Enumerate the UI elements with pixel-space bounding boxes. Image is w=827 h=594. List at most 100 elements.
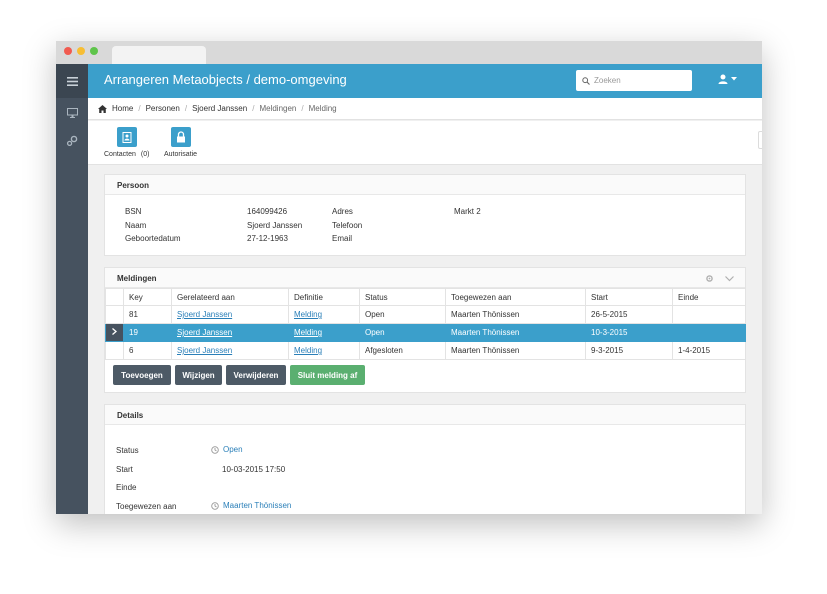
cell-end: 1-4-2015 — [672, 341, 746, 360]
sidebar-item-settings[interactable] — [56, 131, 88, 151]
breadcrumb-separator: / — [138, 104, 141, 113]
window-minimize-dot[interactable] — [77, 47, 85, 55]
breadcrumb-person[interactable]: Sjoerd Janssen — [192, 104, 247, 113]
row-selector[interactable] — [105, 341, 124, 360]
status-label: Status — [116, 446, 139, 455]
assigned-value[interactable]: Maarten Thönissen — [211, 501, 291, 510]
browser-window: Arrangeren Metaobjects / demo-omgeving H… — [56, 41, 762, 514]
browser-tab[interactable] — [112, 46, 206, 64]
close-melding-button[interactable]: Sluit melding af — [290, 365, 365, 385]
search-input[interactable] — [594, 76, 684, 85]
app-header: Arrangeren Metaobjects / demo-omgeving — [88, 64, 762, 98]
row-selector[interactable] — [105, 323, 124, 342]
sidebar — [56, 64, 88, 514]
cell-start: 10-3-2015 — [585, 323, 673, 342]
email-label: Email — [332, 234, 353, 243]
chevron-down-icon[interactable] — [725, 276, 734, 282]
column-header[interactable]: Start — [585, 288, 673, 306]
details-panel-title: Details — [105, 405, 745, 425]
gears-icon — [66, 135, 78, 147]
table-row-selected[interactable]: 19 Sjoerd Janssen Melding Open Maarten T… — [105, 323, 746, 342]
bsn-value: 164099426 — [247, 207, 288, 216]
einde-label: Einde — [116, 483, 137, 492]
cell-status: Afgesloten — [359, 341, 446, 360]
cell-key: 81 — [123, 305, 172, 324]
assigned-label: Toegewezen aan — [116, 502, 177, 511]
window-close-dot[interactable] — [64, 47, 72, 55]
breadcrumb-personen[interactable]: Personen — [146, 104, 180, 113]
geboortedatum-label: Geboortedatum — [125, 234, 181, 243]
meldingen-actions: Toevoegen Wijzigen Verwijderen Sluit mel… — [113, 365, 743, 385]
table-row[interactable]: 6 Sjoerd Janssen Melding Afgesloten Maar… — [105, 341, 746, 360]
user-icon — [718, 74, 728, 84]
cell-assigned: Maarten Thönissen — [445, 341, 586, 360]
caret-down-icon — [731, 77, 737, 81]
window-maximize-dot[interactable] — [90, 47, 98, 55]
meldingen-panel: Meldingen Key Gerelateerd aan Definitie … — [104, 267, 746, 393]
more-options-button[interactable]: ⋮ — [758, 131, 762, 149]
settings-icon[interactable] — [705, 274, 714, 283]
breadcrumb-current: Melding — [308, 104, 337, 113]
browser-chrome — [56, 41, 762, 64]
edit-button[interactable]: Wijzigen — [175, 365, 222, 385]
delete-button[interactable]: Verwijderen — [226, 365, 286, 385]
person-panel-title: Persoon — [105, 175, 745, 195]
status-value-text[interactable]: Open — [223, 445, 243, 454]
contacts-label: Contacten — [104, 151, 136, 158]
breadcrumb-home[interactable]: Home — [112, 104, 133, 113]
column-header[interactable]: Status — [359, 288, 446, 306]
user-menu[interactable] — [718, 74, 737, 84]
row-selector[interactable] — [105, 305, 124, 324]
breadcrumb-separator: / — [301, 104, 304, 113]
definition-link[interactable]: Melding — [294, 346, 322, 355]
authorization-label: Autorisatie — [164, 151, 198, 158]
clock-icon — [211, 445, 219, 454]
cell-assigned: Maarten Thönissen — [445, 323, 586, 342]
related-link[interactable]: Sjoerd Janssen — [177, 328, 232, 337]
action-toolbar: Contacten (0) Autorisatie ⋮ — [88, 121, 762, 165]
sidebar-item-monitor[interactable] — [56, 103, 88, 123]
naam-value: Sjoerd Janssen — [247, 221, 303, 230]
contacts-button[interactable]: Contacten (0) — [104, 127, 149, 158]
assigned-value-text[interactable]: Maarten Thönissen — [223, 501, 291, 510]
app-title: Arrangeren Metaobjects / demo-omgeving — [104, 72, 347, 87]
column-selector — [105, 288, 124, 306]
breadcrumb-separator: / — [184, 104, 188, 113]
hamburger-icon — [66, 76, 78, 86]
column-header[interactable]: Gerelateerd aan — [171, 288, 289, 306]
column-header[interactable]: Key — [123, 288, 172, 306]
related-link[interactable]: Sjoerd Janssen — [177, 346, 232, 355]
table-header-row: Key Gerelateerd aan Definitie Status Toe… — [105, 288, 746, 306]
clock-icon — [211, 501, 219, 510]
breadcrumb-separator: / — [252, 104, 255, 113]
related-link[interactable]: Sjoerd Janssen — [177, 310, 232, 319]
contacts-icon — [116, 127, 137, 147]
meldingen-panel-title: Meldingen — [117, 274, 157, 283]
chevron-right-icon — [112, 328, 117, 335]
column-header[interactable]: Definitie — [288, 288, 360, 306]
authorization-button[interactable]: Autorisatie — [164, 127, 197, 158]
person-panel: Persoon BSN 164099426 Naam Sjoerd Jansse… — [104, 174, 746, 256]
home-icon — [98, 104, 107, 113]
table-row[interactable]: 81 Sjoerd Janssen Melding Open Maarten T… — [105, 305, 746, 324]
cell-start: 9-3-2015 — [585, 341, 673, 360]
breadcrumb: Home / Personen / Sjoerd Janssen / Meldi… — [88, 98, 762, 120]
column-header[interactable]: Toegewezen aan — [445, 288, 586, 306]
cell-status: Open — [359, 323, 446, 342]
sidebar-toggle[interactable] — [56, 64, 88, 98]
contacts-count: (0) — [140, 151, 150, 158]
naam-label: Naam — [125, 221, 147, 230]
cell-status: Open — [359, 305, 446, 324]
status-value[interactable]: Open — [211, 445, 243, 454]
add-button[interactable]: Toevoegen — [113, 365, 171, 385]
column-header[interactable]: Einde — [672, 288, 746, 306]
telefoon-label: Telefoon — [332, 221, 363, 230]
cell-end — [672, 305, 746, 324]
breadcrumb-meldingen[interactable]: Meldingen — [259, 104, 296, 113]
adres-label: Adres — [332, 207, 353, 216]
definition-link[interactable]: Melding — [294, 328, 322, 337]
search-icon — [582, 76, 590, 85]
cell-key: 6 — [123, 341, 172, 360]
search-box[interactable] — [576, 70, 692, 91]
definition-link[interactable]: Melding — [294, 310, 322, 319]
